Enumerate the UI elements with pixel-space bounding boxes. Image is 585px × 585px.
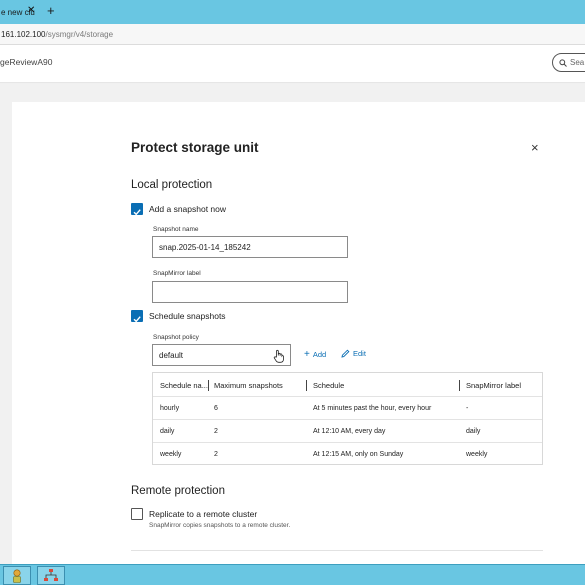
add-snapshot-checkbox[interactable]: [131, 203, 143, 216]
local-protection-heading: Local protection: [131, 179, 213, 191]
table-header-max-snapshots[interactable]: Maximum snapshots: [214, 381, 283, 390]
close-icon[interactable]: ×: [531, 140, 539, 155]
table-header-snapmirror-label[interactable]: SnapMirror label: [466, 381, 521, 390]
replicate-label: Replicate to a remote cluster: [149, 509, 258, 519]
new-tab-icon[interactable]: +: [47, 3, 55, 18]
plus-icon: +: [304, 349, 310, 360]
schedule-snapshots-checkbox[interactable]: [131, 310, 143, 323]
cell-max-snapshots: 6: [214, 405, 218, 412]
cluster-name: geReviewA90: [0, 57, 53, 67]
dialog-footer-divider: [131, 550, 543, 551]
column-resize-handle[interactable]: [306, 380, 307, 391]
network-app-icon: [44, 568, 58, 581]
address-host: 161.102.100: [1, 29, 46, 39]
column-resize-handle[interactable]: [459, 380, 460, 391]
snapshot-name-label: Snapshot name: [153, 226, 199, 233]
snapshot-name-value: snap.2025-01-14_185242: [159, 242, 251, 252]
dialog-panel: [12, 102, 585, 564]
table-row[interactable]: daily 2 At 12:10 AM, every day daily: [153, 419, 542, 442]
search-input[interactable]: Sea: [552, 53, 585, 72]
schedule-snapshots-label: Schedule snapshots: [149, 311, 226, 321]
cell-snapmirror-label: -: [466, 405, 469, 412]
taskbar-app-button[interactable]: [37, 566, 65, 585]
cell-schedule: At 5 minutes past the hour, every hour: [313, 405, 432, 412]
taskbar-app-button[interactable]: [3, 566, 31, 585]
replicate-note: SnapMirror copies snapshots to a remote …: [149, 522, 291, 529]
cell-schedule-name: hourly: [160, 405, 180, 412]
cell-schedule-name: weekly: [160, 451, 182, 458]
table-header-schedule-name[interactable]: Schedule na...: [160, 381, 208, 390]
dialog-title: Protect storage unit: [131, 140, 259, 155]
address-bar[interactable]: 161.102.100 /sysmgr/v4/storage: [0, 24, 585, 45]
search-icon: [559, 58, 567, 67]
snapmirror-label-label: SnapMirror label: [153, 270, 201, 277]
checkmark-icon: [133, 209, 141, 216]
pencil-icon: [341, 349, 350, 358]
user-app-icon: [13, 568, 21, 583]
address-path: /sysmgr/v4/storage: [45, 29, 114, 39]
column-resize-handle[interactable]: [208, 380, 209, 391]
checkmark-icon: [133, 316, 141, 323]
cell-snapmirror-label: daily: [466, 428, 481, 435]
cell-snapmirror-label: weekly: [466, 451, 488, 458]
snapshot-policy-select[interactable]: default: [152, 344, 291, 366]
edit-policy-label: Edit: [353, 349, 366, 358]
snapmirror-label-input[interactable]: [152, 281, 348, 303]
table-row[interactable]: hourly 6 At 5 minutes past the hour, eve…: [153, 396, 542, 419]
snapshot-policy-value: default: [159, 350, 184, 360]
edit-policy-link[interactable]: Edit: [341, 349, 366, 358]
add-policy-link[interactable]: + Add: [304, 349, 326, 360]
add-policy-label: Add: [312, 350, 327, 359]
tab-close-icon[interactable]: ✕: [27, 5, 35, 16]
cell-schedule: At 12:10 AM, every day: [313, 428, 386, 435]
cell-max-snapshots: 2: [214, 451, 218, 458]
snapshot-name-input[interactable]: snap.2025-01-14_185242: [152, 236, 348, 258]
cell-max-snapshots: 2: [214, 428, 218, 435]
cell-schedule-name: daily: [160, 428, 175, 435]
add-snapshot-label: Add a snapshot now: [149, 204, 227, 214]
hand-cursor-icon: [273, 349, 284, 363]
app-header: geReviewA90 Sea: [0, 45, 585, 83]
replicate-checkbox[interactable]: [131, 508, 143, 520]
cell-schedule: At 12:15 AM, only on Sunday: [313, 451, 404, 458]
schedule-table: Schedule na... Maximum snapshots Schedul…: [152, 372, 543, 465]
table-row[interactable]: weekly 2 At 12:15 AM, only on Sunday wee…: [153, 442, 542, 465]
browser-tab-bar: e new clu ✕ +: [0, 0, 585, 24]
search-placeholder: Sea: [570, 58, 585, 67]
remote-protection-heading: Remote protection: [131, 485, 225, 497]
snapshot-policy-label: Snapshot policy: [153, 334, 199, 341]
taskbar: [0, 564, 585, 585]
table-header-schedule[interactable]: Schedule: [313, 381, 344, 390]
